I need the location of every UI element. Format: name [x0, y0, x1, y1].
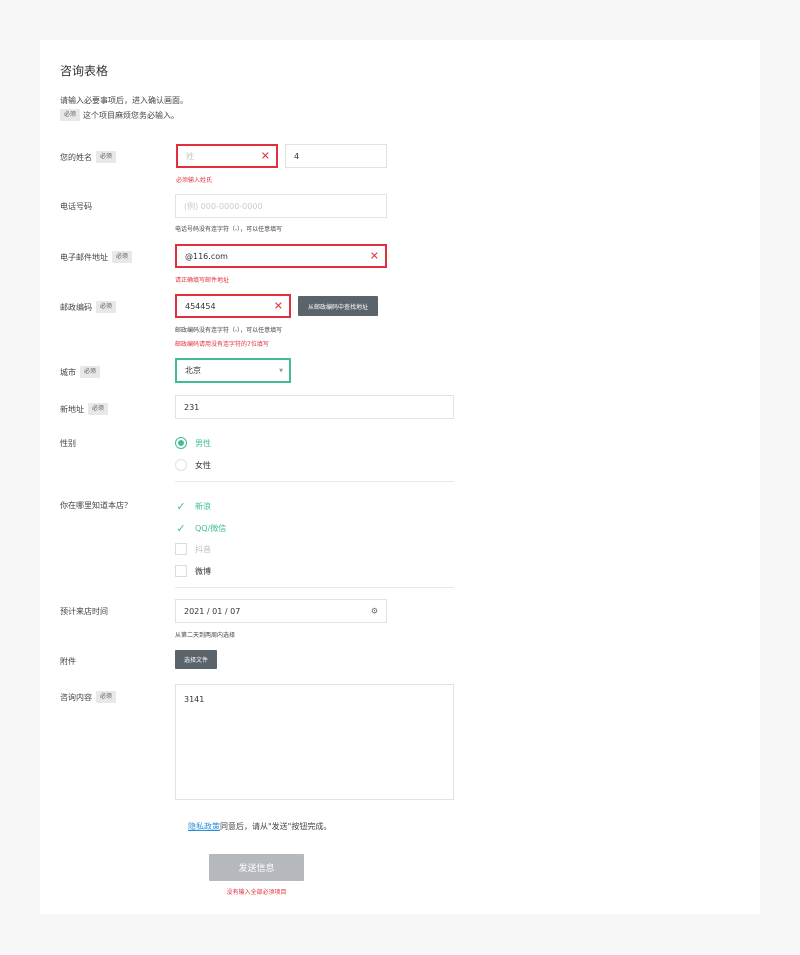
required-note: 这个项目麻烦您务必输入。	[83, 110, 180, 120]
required-badge: 必须	[96, 151, 117, 163]
privacy-agreement: 隐私政策同意后，请从"发送"按钮完成。	[188, 821, 331, 832]
radio-icon[interactable]	[175, 459, 187, 471]
postal-label: 邮政编码 必须	[60, 301, 117, 313]
content-label: 咨询内容 必须	[60, 691, 117, 703]
required-badge: 必须	[112, 251, 133, 263]
source-option-weibo[interactable]: 微博	[175, 565, 211, 577]
checkbox-icon[interactable]	[175, 565, 187, 577]
divider	[175, 587, 454, 588]
first-name-input[interactable]: 4	[285, 144, 387, 168]
calendar-icon[interactable]: ⚙	[371, 607, 378, 616]
checkbox-icon[interactable]	[175, 543, 187, 555]
choose-file-button[interactable]: 选择文件	[175, 650, 217, 669]
error-x-icon: ✕	[369, 249, 379, 263]
privacy-policy-link[interactable]: 隐私政策	[188, 822, 220, 831]
email-input[interactable]: @116.com ✕	[175, 244, 387, 268]
divider	[175, 481, 454, 482]
postal-lookup-button[interactable]: 从邮政编码中查找地址	[298, 296, 378, 316]
check-icon[interactable]: ✓	[175, 522, 187, 535]
privacy-text: 同意后，请从"发送"按钮完成。	[220, 822, 332, 831]
source-label: 你在哪里知道本店？	[60, 501, 132, 510]
visit-date-input[interactable]: 2021 / 01 / 07 ⚙	[175, 599, 387, 623]
source-option-sina[interactable]: ✓ 新浪	[175, 500, 211, 513]
email-label: 电子邮件地址 必须	[60, 251, 133, 263]
submit-error: 没有输入全部必须项目	[226, 889, 287, 896]
form-card: 咨询表格 请输入必要事项后，进入确认画面。 必须 这个项目麻烦您务必输入。 您的…	[40, 40, 760, 914]
error-x-icon: ✕	[273, 299, 283, 313]
phone-input[interactable]: (例) 000-0000-0000	[175, 194, 387, 218]
visit-label: 预计来店时间	[60, 607, 108, 616]
phone-label: 电话号码	[60, 202, 92, 211]
required-badge: 必须	[60, 109, 81, 121]
form-title: 咨询表格	[60, 64, 109, 78]
address-input[interactable]: 231	[175, 395, 454, 419]
gender-option-female[interactable]: 女性	[175, 459, 211, 471]
address-label: 新地址 必须	[60, 403, 109, 415]
last-name-input[interactable]: 姓 ✕	[176, 144, 278, 168]
error-x-icon: ✕	[260, 149, 270, 163]
city-select[interactable]: 北京 ▼	[175, 358, 291, 383]
required-badge: 必须	[88, 403, 109, 415]
chevron-down-icon: ▼	[279, 367, 283, 374]
phone-hint: 电话号码没有连字符（-），可以任意填写	[175, 226, 283, 233]
postal-error: 邮政编码请用没有连字符的7位填写	[175, 341, 269, 348]
gender-option-male[interactable]: 男性	[175, 437, 211, 449]
submit-button[interactable]: 发送信息	[209, 854, 304, 881]
required-badge: 必须	[96, 301, 117, 313]
attachment-label: 附件	[60, 657, 76, 666]
content-textarea[interactable]: 3141	[175, 684, 454, 800]
source-option-qq-wechat[interactable]: ✓ QQ/微信	[175, 522, 226, 535]
radio-selected-icon[interactable]	[175, 437, 187, 449]
gender-label: 性别	[60, 439, 76, 448]
postal-hint: 邮政编码没有连字符（-），可以任意填写	[175, 327, 283, 334]
city-label: 城市 必须	[60, 366, 101, 378]
visit-hint: 从第二天到两周内选择	[175, 632, 236, 639]
required-badge: 必须	[96, 691, 117, 703]
required-badge: 必须	[80, 366, 101, 378]
name-error: 必须输入姓氏	[176, 177, 213, 184]
name-label: 您的姓名 必须	[60, 151, 117, 163]
form-intro-required: 必须 这个项目麻烦您务必输入。	[60, 109, 179, 121]
postal-input[interactable]: 454454 ✕	[175, 294, 291, 318]
source-option-douyin[interactable]: 抖音	[175, 543, 211, 555]
check-icon[interactable]: ✓	[175, 500, 187, 513]
form-intro: 请输入必要事项后，进入确认画面。	[60, 96, 188, 105]
email-error: 请正确填写邮件地址	[175, 277, 230, 284]
